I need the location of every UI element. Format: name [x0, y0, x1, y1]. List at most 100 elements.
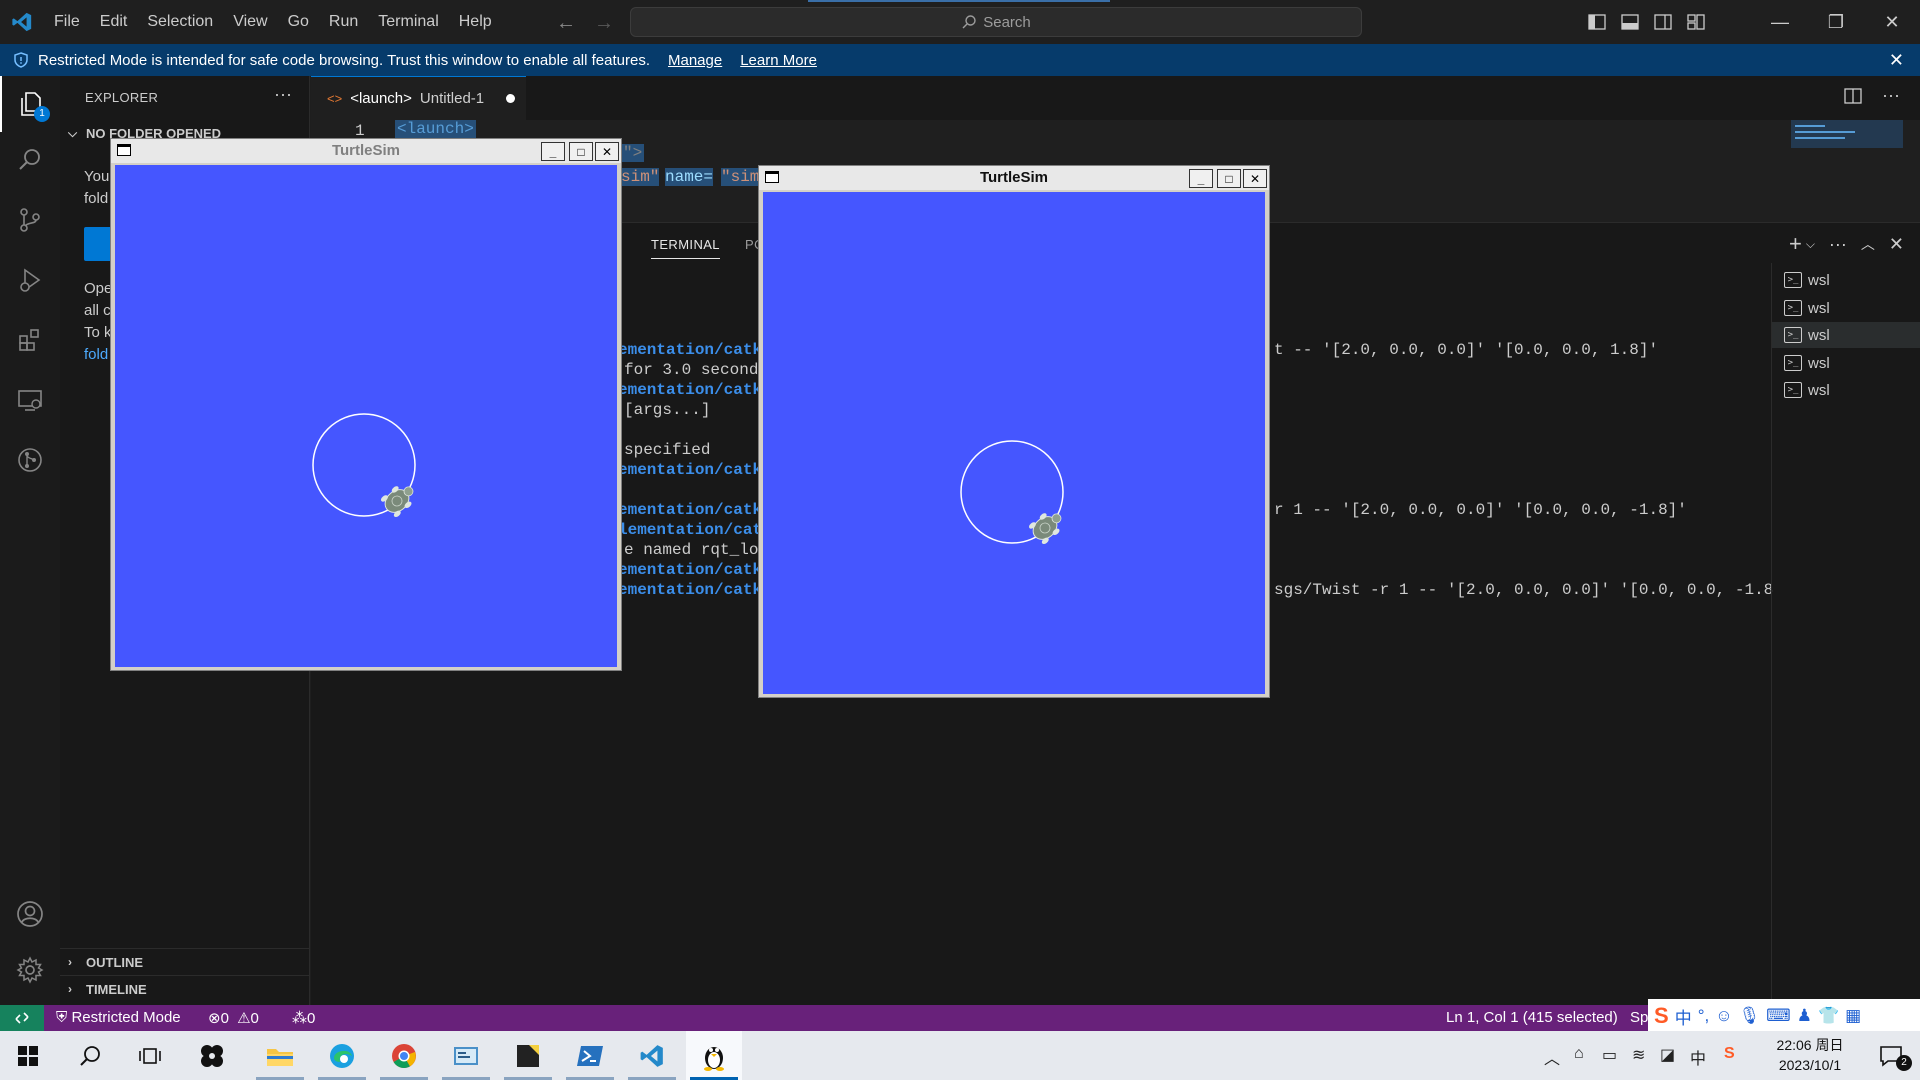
ime-skin-icon[interactable]: 👕	[1818, 1006, 1839, 1026]
terminal-instance[interactable]: >_ wsl	[1772, 267, 1920, 293]
back-arrow-icon[interactable]: ←	[556, 12, 576, 35]
manage-gear-icon[interactable]	[0, 942, 60, 998]
ime-punctuation-icon[interactable]: °,	[1698, 1006, 1710, 1026]
show-hidden-icons-icon[interactable]: ︿	[1544, 1045, 1560, 1069]
ime-keyboard-icon[interactable]: ⌨	[1766, 1006, 1791, 1026]
indentation-status[interactable]: Sp	[1630, 1009, 1648, 1026]
accounts-icon[interactable]	[0, 886, 60, 942]
terminal-instance[interactable]: >_ wsl	[1772, 377, 1920, 403]
menu-selection[interactable]: Selection	[137, 0, 223, 44]
cursor-position[interactable]: Ln 1, Col 1 (415 selected)	[1446, 1009, 1618, 1026]
command-center-search[interactable]: Search	[630, 7, 1362, 37]
menu-edit[interactable]: Edit	[90, 0, 138, 44]
battery-icon[interactable]: ▭	[1602, 1045, 1617, 1065]
tab-untitled-1[interactable]: <> <launch> Untitled-1	[311, 76, 526, 120]
turtlesim-minimize-button[interactable]: _	[1189, 169, 1213, 188]
notification-center-icon[interactable]: 2	[1864, 1031, 1920, 1080]
start-windows-icon[interactable]	[0, 1031, 56, 1080]
minimize-button[interactable]: —	[1752, 0, 1808, 44]
panel-more-icon[interactable]: ···	[1829, 234, 1847, 255]
input-method-icon[interactable]: 中	[1690, 1045, 1706, 1069]
ime-voice-icon[interactable]: 🎙	[1739, 1006, 1761, 1026]
terminal-instance[interactable]: >_ wsl	[1772, 295, 1920, 321]
control-panel-icon[interactable]	[438, 1031, 494, 1080]
vscode-taskbar-icon[interactable]	[624, 1031, 680, 1080]
outline-section-header[interactable]: › OUTLINE	[60, 949, 310, 975]
task-view-icon[interactable]	[122, 1031, 178, 1080]
window-menu-icon[interactable]	[765, 171, 779, 183]
split-editor-icon[interactable]	[1844, 88, 1862, 104]
new-terminal-icon[interactable]: +	[1789, 231, 1802, 257]
linux-tux-icon[interactable]	[686, 1031, 742, 1080]
restore-button[interactable]: ❐	[1808, 0, 1864, 44]
terminal-instance-active[interactable]: >_ wsl	[1772, 322, 1920, 348]
sogou-tray-icon[interactable]: S	[1724, 1045, 1735, 1063]
customize-layout-icon[interactable]	[1679, 0, 1712, 44]
chevron-right-icon: ›	[68, 982, 72, 996]
turtlesim-maximize-button[interactable]: □	[569, 142, 593, 161]
forward-arrow-icon[interactable]: →	[594, 12, 614, 35]
menu-help[interactable]: Help	[449, 0, 502, 44]
remote-indicator-icon[interactable]	[0, 1005, 44, 1031]
explorer-more-icon[interactable]: ···	[274, 84, 292, 105]
maximize-panel-icon[interactable]: ︿	[1861, 234, 1875, 254]
sticky-notes-icon[interactable]	[500, 1031, 556, 1080]
meet-now-icon[interactable]: ⌂	[1574, 1045, 1584, 1063]
search-view-icon[interactable]	[0, 132, 60, 188]
extensions-icon[interactable]	[0, 312, 60, 368]
banner-manage-link[interactable]: Manage	[668, 52, 722, 69]
ime-chinese-icon[interactable]: 中	[1675, 1004, 1692, 1029]
turtlesim-window-left[interactable]: TurtleSim _ □ ✕	[110, 138, 622, 671]
edge-browser-icon[interactable]	[314, 1031, 370, 1080]
toggle-secondary-sidebar-icon[interactable]	[1646, 0, 1679, 44]
turtlesim-minimize-button[interactable]: _	[541, 142, 565, 161]
network-wifi-icon[interactable]: ≋	[1632, 1045, 1645, 1065]
banner-learn-more-link[interactable]: Learn More	[740, 52, 817, 69]
window-menu-icon[interactable]	[117, 144, 131, 156]
tab-terminal[interactable]: TERMINAL	[651, 237, 720, 259]
terminal-dropdown-icon[interactable]: ⌵	[1806, 237, 1815, 252]
remote-explorer-icon[interactable]	[0, 372, 60, 428]
system-clock[interactable]: 22:06 周日 2023/10/1	[1760, 1035, 1860, 1075]
source-control-icon[interactable]	[0, 192, 60, 248]
timeline-section-header[interactable]: › TIMELINE	[60, 976, 310, 1002]
unsaved-dot-icon[interactable]	[506, 94, 516, 103]
turtlesim-close-button[interactable]: ✕	[1243, 169, 1267, 188]
run-debug-icon[interactable]	[0, 252, 60, 308]
git-graph-icon[interactable]	[0, 432, 60, 488]
ime-menu-icon[interactable]: ▦	[1845, 1006, 1861, 1026]
problems-status[interactable]: ⊗0 ⚠0	[208, 1009, 259, 1027]
menu-run[interactable]: Run	[319, 0, 368, 44]
restricted-mode-status[interactable]: ⛨ Restricted Mode	[56, 1009, 181, 1026]
status-bar: ⛨ Restricted Mode ⊗0 ⚠0 ⁂0 Ln 1, Col 1 (…	[0, 999, 1920, 1033]
turtlesim-titlebar[interactable]: TurtleSim _ □ ✕	[111, 139, 621, 163]
toggle-panel-icon[interactable]	[1613, 0, 1646, 44]
menu-go[interactable]: Go	[278, 0, 319, 44]
ime-emoji-icon[interactable]: ☺	[1715, 1006, 1732, 1026]
turtlesim-maximize-button[interactable]: □	[1217, 169, 1241, 188]
sogou-logo-icon[interactable]: S	[1654, 1003, 1669, 1029]
copilot-app-icon[interactable]	[184, 1031, 240, 1080]
chrome-browser-icon[interactable]	[376, 1031, 432, 1080]
turtlesim-close-button[interactable]: ✕	[595, 142, 619, 161]
menu-view[interactable]: View	[223, 0, 277, 44]
banner-close-icon[interactable]: ✕	[1889, 50, 1904, 71]
turtlesim-window-right[interactable]: TurtleSim _ □ ✕	[758, 165, 1270, 698]
turtlesim-titlebar[interactable]: TurtleSim _ □ ✕	[759, 166, 1269, 190]
sidebar-folder-link[interactable]: fold	[84, 346, 108, 363]
explorer-icon[interactable]: 1	[0, 76, 60, 132]
toggle-primary-sidebar-icon[interactable]	[1580, 0, 1613, 44]
close-panel-icon[interactable]: ✕	[1889, 234, 1904, 255]
close-button[interactable]: ✕	[1864, 0, 1920, 44]
ports-status[interactable]: ⁂0	[292, 1009, 315, 1027]
terminal-instance[interactable]: >_ wsl	[1772, 350, 1920, 376]
editor-more-icon[interactable]: ···	[1882, 86, 1900, 104]
powershell-icon[interactable]	[562, 1031, 618, 1080]
volume-icon[interactable]: ◪	[1660, 1045, 1675, 1065]
menu-terminal[interactable]: Terminal	[368, 0, 448, 44]
menu-file[interactable]: File	[44, 0, 90, 44]
file-explorer-icon[interactable]	[252, 1031, 308, 1080]
taskbar-search-icon[interactable]	[62, 1031, 118, 1080]
minimap-line	[1795, 137, 1845, 139]
ime-user-icon[interactable]: ♟	[1797, 1006, 1812, 1026]
